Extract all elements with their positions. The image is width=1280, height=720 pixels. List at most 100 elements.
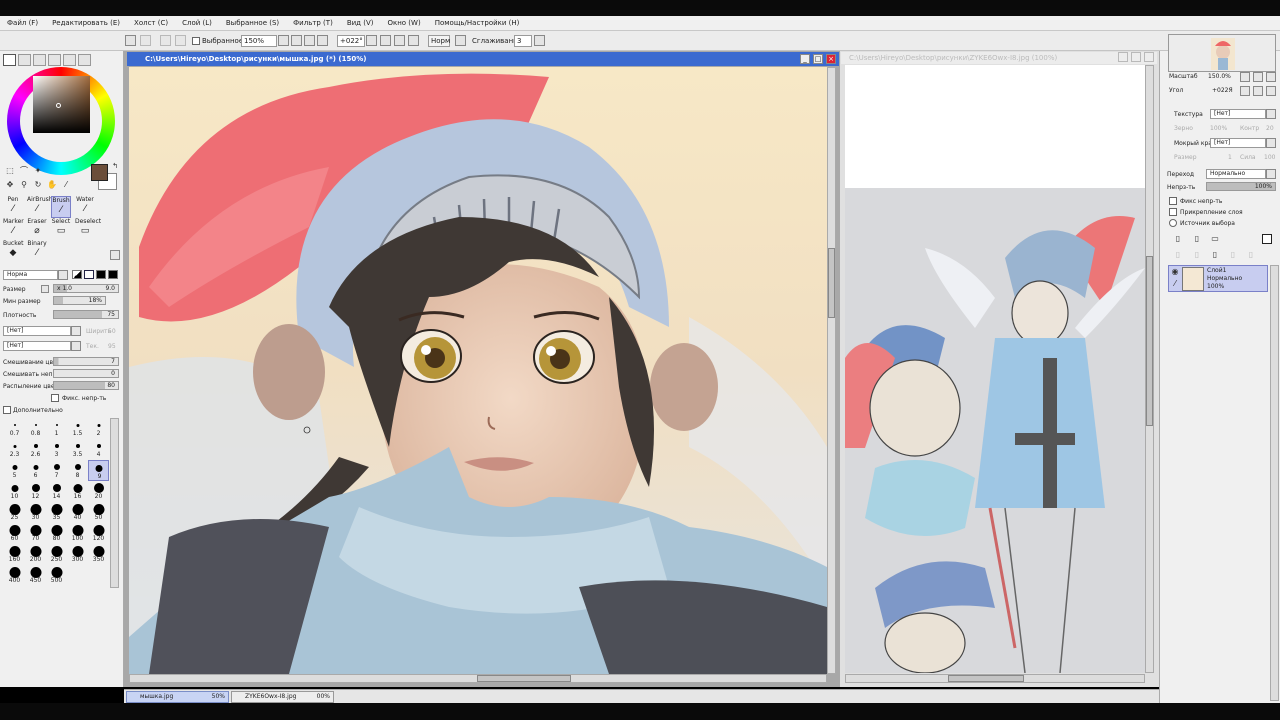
canvas-horizontal-scrollbar[interactable] bbox=[129, 674, 827, 683]
angle-field[interactable]: +022° bbox=[337, 35, 365, 47]
brush-shape-soft[interactable] bbox=[72, 270, 82, 279]
zoom-tool-icon[interactable]: ⚲ bbox=[19, 180, 29, 190]
brush-size-scrollbar[interactable] bbox=[110, 418, 119, 588]
paper-texture-combo[interactable]: [Нет] bbox=[3, 326, 71, 336]
painting-canvas[interactable] bbox=[129, 67, 827, 674]
zoom-dropdown[interactable] bbox=[278, 35, 289, 46]
brush-size-preset[interactable]: 4 bbox=[88, 439, 109, 460]
clear-layer-icon[interactable]: ▯ bbox=[1210, 250, 1220, 260]
brush-size-preset[interactable]: 250 bbox=[46, 544, 67, 565]
brush-slot-eraser[interactable]: Eraser ⌀ bbox=[27, 218, 47, 240]
persistence-slider[interactable]: 80 bbox=[53, 381, 119, 390]
navigator-box[interactable] bbox=[1168, 34, 1276, 72]
brush-size-preset[interactable]: 8 bbox=[67, 460, 88, 481]
brush-size-preset[interactable]: 0.7 bbox=[4, 418, 25, 439]
wet-edge-combo[interactable]: [Нет] bbox=[1210, 138, 1266, 148]
brush-mode-combo[interactable]: Норма bbox=[3, 270, 58, 280]
brush-size-preset[interactable]: 16 bbox=[67, 481, 88, 502]
new-linework-layer-icon[interactable]: ▯ bbox=[1192, 234, 1202, 244]
foreground-color-swatch[interactable] bbox=[91, 164, 108, 181]
menu-help[interactable]: Помощь/Настройки (H) bbox=[428, 19, 527, 27]
texture-dropdown[interactable] bbox=[1266, 109, 1276, 119]
magic-wand-icon[interactable]: ✦ bbox=[33, 166, 43, 176]
brush-size-preset[interactable]: 2 bbox=[88, 418, 109, 439]
layer-opacity-slider[interactable]: 100% bbox=[1206, 182, 1276, 191]
texture-combo[interactable]: [Нет] bbox=[1210, 109, 1266, 119]
scratchpad-tab[interactable] bbox=[78, 54, 91, 66]
brush-size-preset[interactable]: 40 bbox=[67, 502, 88, 523]
brush-size-preset[interactable]: 0.8 bbox=[25, 418, 46, 439]
layer-visibility-eye-icon[interactable]: ◉ bbox=[1170, 267, 1180, 277]
brush-size-preset[interactable]: 1 bbox=[46, 418, 67, 439]
brush-size-preset[interactable]: 160 bbox=[4, 544, 25, 565]
smoothing-field[interactable]: 3 bbox=[514, 35, 532, 47]
brush-texture-dropdown[interactable] bbox=[71, 341, 81, 351]
brush-size-preset[interactable]: 350 bbox=[88, 544, 109, 565]
color-wheel-tab[interactable] bbox=[3, 54, 16, 66]
reference-minimize-button[interactable] bbox=[1118, 52, 1128, 62]
lasso-icon[interactable]: ⌒ bbox=[19, 166, 29, 176]
reference-vscroll-thumb[interactable] bbox=[1146, 256, 1153, 426]
brush-size-preset[interactable]: 2.3 bbox=[4, 439, 25, 460]
menu-canvas[interactable]: Холст (C) bbox=[127, 19, 175, 27]
brush-size-preset[interactable]: 25 bbox=[4, 502, 25, 523]
menu-selection[interactable]: Выбранное (S) bbox=[219, 19, 286, 27]
move-icon[interactable]: ✥ bbox=[5, 180, 15, 190]
undo-button[interactable] bbox=[125, 35, 136, 46]
merge-down-icon[interactable]: ▯ bbox=[1173, 250, 1183, 260]
brush-size-preset[interactable]: 100 bbox=[67, 523, 88, 544]
rgb-slider-tab[interactable] bbox=[18, 54, 31, 66]
brush-size-preset[interactable]: 12 bbox=[25, 481, 46, 502]
brush-slot-deselect[interactable]: Deselect ▭ bbox=[75, 218, 101, 240]
brush-size-preset[interactable]: 5 bbox=[4, 460, 25, 481]
brush-mode-dropdown[interactable] bbox=[58, 270, 68, 280]
brush-shape-medium[interactable] bbox=[84, 270, 94, 279]
brush-size-preset[interactable]: 7 bbox=[46, 460, 67, 481]
nav-rotate-reset-button[interactable] bbox=[1266, 86, 1276, 96]
zoom-in-button[interactable] bbox=[304, 35, 315, 46]
zoom-field[interactable]: 150% bbox=[241, 35, 277, 47]
layer-blend-combo[interactable]: Нормально bbox=[1206, 169, 1266, 179]
nav-zoom-reset-button[interactable] bbox=[1266, 72, 1276, 82]
brush-size-preset[interactable]: 20 bbox=[88, 481, 109, 502]
brush-slot-brush[interactable]: Brush ⁄ bbox=[51, 196, 71, 218]
brush-slot-select[interactable]: Select ▭ bbox=[51, 218, 71, 240]
layer-row[interactable]: ◉ ⁄ Слой1 Нормально 100% bbox=[1168, 265, 1268, 292]
menu-window[interactable]: Окно (W) bbox=[380, 19, 427, 27]
canvas-hscroll-thumb[interactable] bbox=[477, 675, 571, 682]
hand-tool-icon[interactable]: ✋ bbox=[47, 180, 57, 190]
size-multiplier-button[interactable] bbox=[41, 285, 49, 293]
nav-scale-value[interactable]: 150.0% bbox=[1208, 73, 1231, 80]
brush-size-preset[interactable]: 6 bbox=[25, 460, 46, 481]
dilution-slider[interactable]: 0 bbox=[53, 369, 119, 378]
flip-button[interactable] bbox=[455, 35, 466, 46]
hsv-slider-tab[interactable] bbox=[33, 54, 46, 66]
brush-size-preset[interactable]: 50 bbox=[88, 502, 109, 523]
invert-selection-button[interactable] bbox=[175, 35, 186, 46]
brush-size-preset[interactable]: 80 bbox=[46, 523, 67, 544]
canvas-maximize-button[interactable]: □ bbox=[813, 54, 823, 64]
brush-slot-airbrush[interactable]: AirBrush ⁄ bbox=[27, 196, 53, 218]
brush-size-preset[interactable]: 35 bbox=[46, 502, 67, 523]
advanced-checkbox[interactable] bbox=[3, 406, 11, 414]
brush-size-preset[interactable]: 200 bbox=[25, 544, 46, 565]
new-layer-icon[interactable]: ▯ bbox=[1173, 234, 1183, 244]
deselect-button[interactable] bbox=[160, 35, 171, 46]
nav-zoom-in-button[interactable] bbox=[1253, 72, 1263, 82]
redo-button[interactable] bbox=[140, 35, 151, 46]
brush-slot-marker[interactable]: Marker ⁄ bbox=[3, 218, 24, 240]
brush-size-preset[interactable]: 3 bbox=[46, 439, 67, 460]
rotate-right-button[interactable] bbox=[394, 35, 405, 46]
swap-colors-icon[interactable]: ↰ bbox=[110, 161, 120, 171]
doc-tab-reference[interactable]: ZYKE6Owx-I8.jpg 00% bbox=[231, 691, 334, 703]
brush-size-preset[interactable]: 120 bbox=[88, 523, 109, 544]
brush-shape-hard[interactable] bbox=[96, 270, 106, 279]
wet-edge-dropdown[interactable] bbox=[1266, 138, 1276, 148]
swatches-tab[interactable] bbox=[48, 54, 61, 66]
brush-size-preset[interactable]: 10 bbox=[4, 481, 25, 502]
brush-size-preset[interactable]: 500 bbox=[46, 565, 67, 586]
selection-source-checkbox[interactable] bbox=[1169, 219, 1177, 227]
brush-size-preset[interactable]: 3.5 bbox=[67, 439, 88, 460]
size-slider[interactable]: x 1.0 9.0 bbox=[53, 284, 119, 293]
zoom-reset-button[interactable] bbox=[317, 35, 328, 46]
